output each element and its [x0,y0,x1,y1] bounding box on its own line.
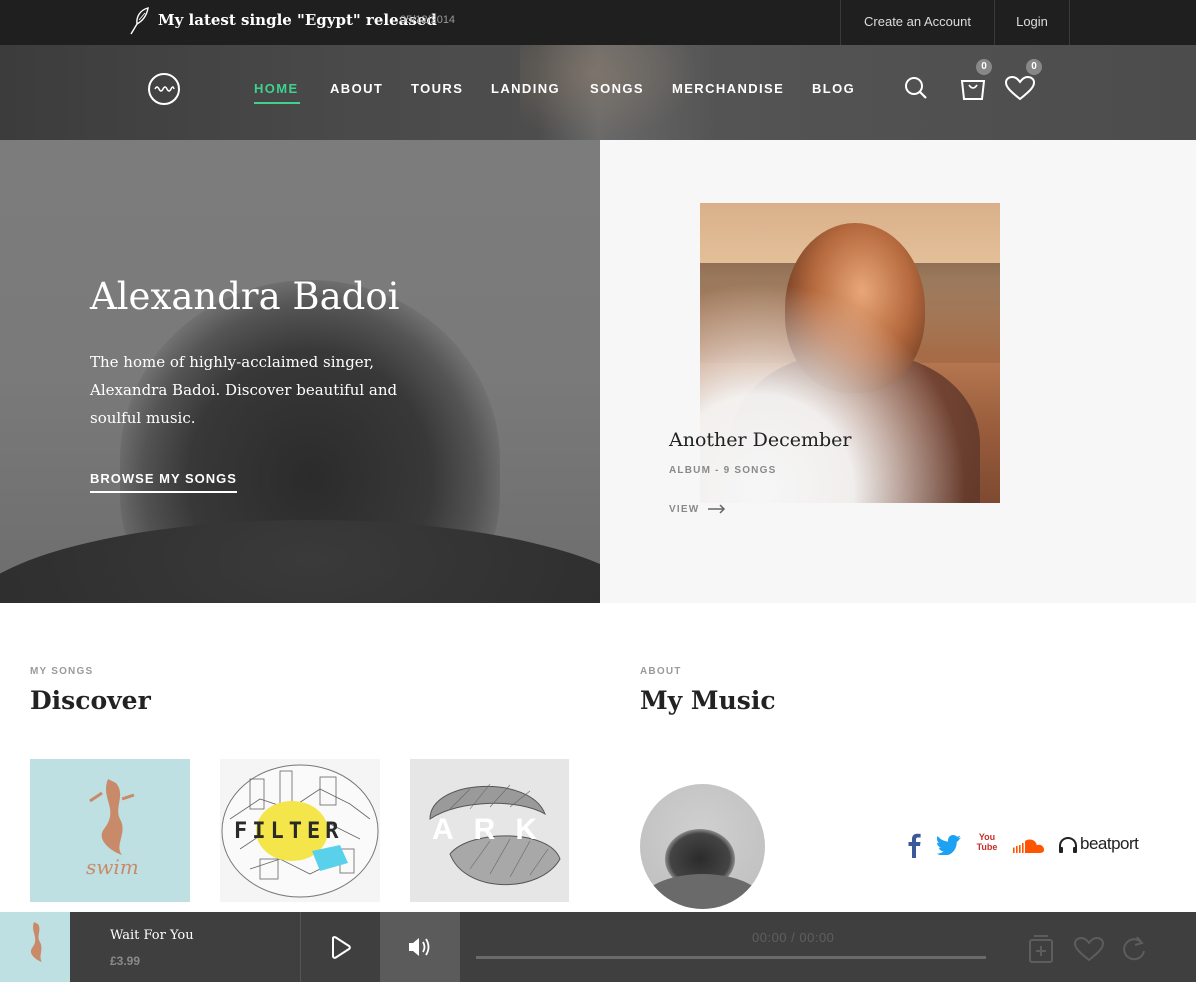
hero-title: Alexandra Badoi [90,275,400,318]
hero-banner: Alexandra Badoi The home of highly-accla… [0,140,600,603]
nav-landing[interactable]: LANDING [491,81,560,96]
waveform-icon [154,86,175,92]
songs-section-kicker: MY SONGS [30,666,94,677]
login-link[interactable]: Login [994,0,1070,45]
swim-figure-icon [89,779,135,855]
album-view-link[interactable]: VIEW [669,504,699,515]
artist-avatar [640,784,765,909]
play-icon [332,936,351,959]
volume-button[interactable] [380,912,460,982]
news-date: 05/12/2014 [400,14,456,26]
album-title[interactable]: Another December [669,429,852,451]
song-cover-filter[interactable]: FILTER [220,759,380,902]
about-section-kicker: ABOUT [640,666,682,677]
avatar-shoulders [640,874,765,909]
browse-songs-link[interactable]: BROWSE MY SONGS [90,471,237,493]
nav-merchandise[interactable]: MERCHANDISE [672,81,784,96]
soundcloud-icon[interactable] [1011,837,1045,855]
shopping-bag-icon[interactable] [960,73,986,101]
hero-photo-shoulders [0,520,600,603]
ark-cover-text: ARK [432,813,557,846]
player-track-title: Wait For You [110,928,194,943]
wishlist-count-badge: 0 [1026,59,1042,75]
top-bar: My latest single "Egypt" released 05/12/… [0,0,1196,45]
swim-figure-icon [30,922,42,962]
audio-player-bar: Wait For You £3.99 00:00 / 00:00 [0,912,1196,982]
featured-album: Another December ALBUM - 9 SONGS VIEW [600,140,1196,603]
volume-icon [409,938,430,956]
news-headline[interactable]: My latest single "Egypt" released [158,11,437,29]
nav-home[interactable]: HOME [254,81,299,96]
player-time-readout: 00:00 / 00:00 [752,930,835,945]
song-cover-swim[interactable]: swim [30,759,190,902]
youtube-icon[interactable]: You Tube [976,832,998,858]
search-icon[interactable] [904,76,928,100]
youtube-icon-label: You Tube [976,832,998,852]
hero-description: The home of highly-acclaimed singer, Ale… [90,353,398,427]
beatport-wordmark: beatport [1080,834,1139,853]
repeat-icon[interactable] [1120,934,1148,964]
player-track-price: £3.99 [110,954,141,968]
add-to-playlist-icon[interactable] [1028,934,1054,964]
player-track-thumbnail[interactable] [0,912,70,982]
songs-section-title: Discover [30,686,151,715]
site-logo[interactable] [148,73,180,105]
album-meta: ALBUM - 9 SONGS [669,465,777,476]
nav-blog[interactable]: BLOG [812,81,855,96]
heart-icon[interactable] [1073,936,1105,962]
album-cover-image[interactable] [700,203,1000,503]
facebook-icon[interactable] [907,832,921,858]
player-progress-bar[interactable] [476,956,986,959]
swim-cover-text: swim [86,855,139,879]
heart-icon[interactable] [1004,75,1036,101]
song-cover-ark[interactable]: ARK [410,759,569,902]
beatport-icon[interactable]: beatport [1058,834,1156,855]
nav-tours[interactable]: TOURS [411,81,463,96]
about-section-title: My Music [640,686,776,715]
twitter-icon[interactable] [937,835,961,855]
filter-cover-text: FILTER [234,819,344,844]
cart-count-badge: 0 [976,59,992,75]
nav-songs[interactable]: SONGS [590,81,644,96]
play-button[interactable] [301,912,380,982]
arrow-right-icon[interactable] [708,504,726,514]
headphones-icon [1059,836,1077,853]
nav-active-indicator [254,102,300,104]
nav-about[interactable]: ABOUT [330,81,383,96]
main-navigation: HOME ABOUT TOURS LANDING SONGS MERCHANDI… [0,45,1196,140]
feather-icon [130,7,149,35]
album-cover-fade [700,203,1000,503]
create-account-link[interactable]: Create an Account [840,0,994,45]
